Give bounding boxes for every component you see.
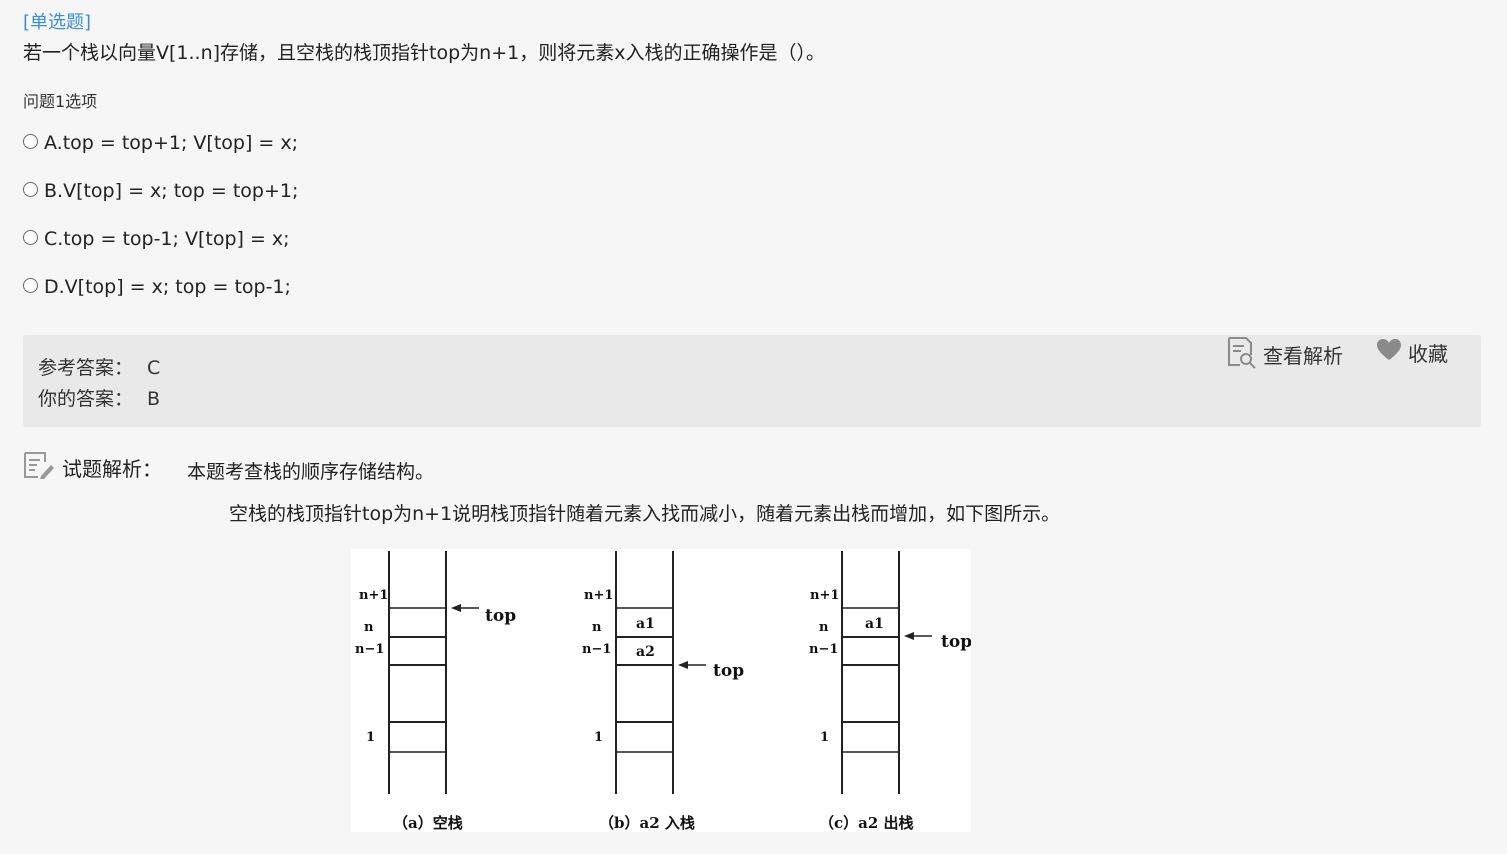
option-a-radio[interactable] (23, 133, 38, 149)
caption-b: （b）a2 入栈 (599, 814, 695, 832)
reference-answer: 参考答案： C (38, 353, 160, 380)
stack-diagram: n+1 n n−1 1 top （a）空栈 n+1 n n−1 1 a1 a2 (355, 551, 972, 832)
option-d-radio[interactable] (23, 277, 38, 293)
option-a-label: A.top = top+1; V[top] = x; (44, 132, 299, 154)
your-answer-value: B (147, 388, 161, 410)
stack-a: n+1 n n−1 1 top （a）空栈 (355, 551, 516, 832)
stack-c: n+1 n n−1 1 a1 top （c）a2 出栈 (809, 551, 972, 832)
your-answer-label: 你的答案： (38, 388, 134, 410)
options-caption: 问题1选项 (23, 92, 98, 111)
view-analysis-button[interactable]: 查看解析 (1226, 335, 1343, 374)
row-label-n-c: n (819, 620, 829, 635)
cell-a1-b: a1 (636, 616, 655, 632)
analysis-doc-icon (1226, 335, 1258, 374)
caption-c: （c）a2 出栈 (819, 814, 914, 832)
row-label-n-minus-1-c: n−1 (809, 642, 838, 657)
cell-a2-b: a2 (636, 644, 655, 660)
row-label-1-a: 1 (366, 730, 375, 745)
option-b-label: B.V[top] = x; top = top+1; (44, 180, 299, 202)
row-label-n-minus-1-b: n−1 (582, 642, 611, 657)
caption-a: （a）空栈 (393, 814, 463, 832)
option-d-label: D.V[top] = x; top = top-1; (44, 276, 291, 298)
option-a[interactable]: A.top = top+1; V[top] = x; (23, 132, 298, 154)
row-label-1-b: 1 (594, 730, 603, 745)
explanation-text-1: 本题考查栈的顺序存储结构。 (187, 461, 435, 483)
row-label-n-b: n (592, 620, 602, 635)
option-c[interactable]: C.top = top-1; V[top] = x; (23, 228, 290, 250)
top-pointer-b: top (713, 661, 744, 681)
stack-diagram-figure: n+1 n n−1 1 top （a）空栈 n+1 n n−1 1 a1 a2 (351, 549, 972, 832)
reference-answer-label: 参考答案： (38, 357, 134, 379)
row-label-n-plus-1-a: n+1 (359, 588, 388, 603)
your-answer: 你的答案： B (38, 384, 160, 411)
top-pointer-a: top (485, 606, 516, 626)
row-label-n-plus-1-c: n+1 (810, 588, 839, 603)
explanation-title: 试题解析： (62, 456, 162, 481)
option-c-label: C.top = top-1; V[top] = x; (44, 228, 290, 250)
row-label-n-plus-1-b: n+1 (584, 588, 613, 603)
favorite-label: 收藏 (1408, 342, 1448, 366)
heart-icon (1376, 335, 1402, 370)
row-label-n-a: n (364, 620, 374, 635)
reference-answer-value: C (147, 357, 161, 379)
row-label-n-minus-1-a: n−1 (355, 642, 384, 657)
option-b[interactable]: B.V[top] = x; top = top+1; (23, 180, 298, 202)
favorite-button[interactable]: 收藏 (1376, 335, 1448, 370)
question-stem: 若一个栈以向量V[1..n]存储，且空栈的栈顶指针top为n+1，则将元素x入栈… (23, 42, 825, 64)
cell-a1-c: a1 (865, 616, 884, 632)
view-analysis-label: 查看解析 (1263, 344, 1343, 368)
option-b-radio[interactable] (23, 181, 38, 197)
edit-note-icon (23, 450, 55, 484)
option-d[interactable]: D.V[top] = x; top = top-1; (23, 276, 291, 298)
question-type-label: [单选题] (23, 12, 92, 33)
row-label-1-c: 1 (820, 730, 829, 745)
top-pointer-c: top (941, 632, 971, 652)
stack-b: n+1 n n−1 1 a1 a2 top （b）a2 入栈 (582, 551, 744, 832)
answer-panel: 参考答案： C 你的答案： B 查看解析 收藏 (23, 335, 1481, 427)
explanation-header: 试题解析： (23, 450, 162, 484)
option-c-radio[interactable] (23, 229, 38, 245)
explanation-text-2: 空栈的栈顶指针top为n+1说明栈顶指针随着元素入找而减小，随着元素出栈而增加，… (229, 503, 1061, 525)
